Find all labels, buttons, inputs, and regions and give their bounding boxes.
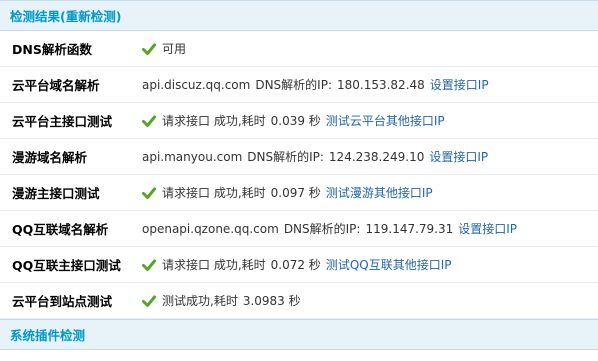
time-text: 0.039 秒 (270, 114, 321, 128)
row-value: api.manyou.com DNS解析的IP: 124.238.249.10 … (142, 148, 488, 165)
ip-text: 124.238.249.10 (328, 149, 425, 164)
row-label: QQ互联域名解析 (12, 222, 109, 237)
row-value: 可用 (142, 40, 186, 57)
ip-text: 119.147.79.31 (365, 221, 454, 236)
result-text: 测试成功,耗时 (162, 294, 238, 308)
plugin-check-header: 系统插件检测 (0, 319, 598, 350)
check-icon (142, 187, 156, 199)
row-label: QQ互联主接口测试 (12, 258, 121, 273)
check-icon (142, 115, 156, 127)
host-text: api.discuz.qq.com (142, 77, 251, 92)
set-ip-link[interactable]: 设置接口IP (458, 220, 517, 237)
test-other-link[interactable]: 测试QQ互联其他接口IP (326, 256, 452, 273)
row-qq-main: QQ互联主接口测试 请求接口 成功,耗时 0.072 秒 测试QQ互联其他接口I… (0, 247, 598, 283)
row-value: openapi.qzone.qq.com DNS解析的IP: 119.147.7… (142, 220, 517, 237)
check-icon (142, 43, 156, 55)
row-site-test: 云平台到站点测试 测试成功,耗时 3.0983 秒 (0, 283, 598, 319)
row-value: api.discuz.qq.com DNS解析的IP: 180.153.82.4… (142, 76, 489, 93)
results-header: 检测结果(重新检测) (0, 0, 598, 31)
set-ip-link[interactable]: 设置接口IP (430, 76, 489, 93)
ip-text: 180.153.82.48 (336, 77, 425, 92)
result-text: 请求接口 成功,耗时 (162, 258, 266, 272)
row-label: 漫游域名解析 (12, 150, 88, 165)
check-icon (142, 295, 156, 307)
row-manyou-domain: 漫游域名解析 api.manyou.com DNS解析的IP: 124.238.… (0, 139, 598, 175)
row-cloud-domain: 云平台域名解析 api.discuz.qq.com DNS解析的IP: 180.… (0, 67, 598, 103)
row-label: 云平台主接口测试 (12, 114, 113, 129)
row-cloud-main: 云平台主接口测试 请求接口 成功,耗时 0.039 秒 测试云平台其他接口IP (0, 103, 598, 139)
row-label: 云平台域名解析 (12, 78, 100, 93)
row-value: 请求接口 成功,耗时 0.097 秒 测试漫游其他接口IP (142, 184, 433, 201)
plugin-check-title: 系统插件检测 (10, 328, 86, 343)
bottom-spacer (0, 350, 598, 361)
host-text: api.manyou.com (142, 149, 243, 164)
results-header-title[interactable]: 检测结果(重新检测) (10, 9, 121, 24)
row-label: 云平台到站点测试 (12, 294, 113, 309)
result-text: 请求接口 成功,耗时 (162, 186, 266, 200)
check-icon (142, 259, 156, 271)
test-other-link[interactable]: 测试云平台其他接口IP (326, 112, 445, 129)
host-text: openapi.qzone.qq.com (142, 221, 279, 236)
dns-label: DNS解析的IP: (255, 78, 332, 92)
status-text: 可用 (162, 42, 187, 56)
row-value: 请求接口 成功,耗时 0.039 秒 测试云平台其他接口IP (142, 112, 445, 129)
row-qq-domain: QQ互联域名解析 openapi.qzone.qq.com DNS解析的IP: … (0, 211, 598, 247)
dns-label: DNS解析的IP: (247, 150, 324, 164)
dns-label: DNS解析的IP: (283, 222, 361, 236)
time-text: 0.097 秒 (270, 186, 321, 200)
cloud-check-panel: 检测结果(重新检测) DNS解析函数 可用 云平台域名解析 api.discuz… (0, 0, 598, 361)
time-text: 0.072 秒 (270, 258, 321, 272)
row-dns-function: DNS解析函数 可用 (0, 31, 598, 67)
row-label: DNS解析函数 (12, 42, 92, 57)
row-value: 测试成功,耗时 3.0983 秒 (142, 292, 301, 309)
row-manyou-main: 漫游主接口测试 请求接口 成功,耗时 0.097 秒 测试漫游其他接口IP (0, 175, 598, 211)
row-label: 漫游主接口测试 (12, 186, 100, 201)
row-value: 请求接口 成功,耗时 0.072 秒 测试QQ互联其他接口IP (142, 256, 451, 273)
time-text: 3.0983 秒 (242, 294, 301, 308)
result-text: 请求接口 成功,耗时 (162, 114, 266, 128)
set-ip-link[interactable]: 设置接口IP (429, 148, 488, 165)
test-other-link[interactable]: 测试漫游其他接口IP (326, 184, 433, 201)
